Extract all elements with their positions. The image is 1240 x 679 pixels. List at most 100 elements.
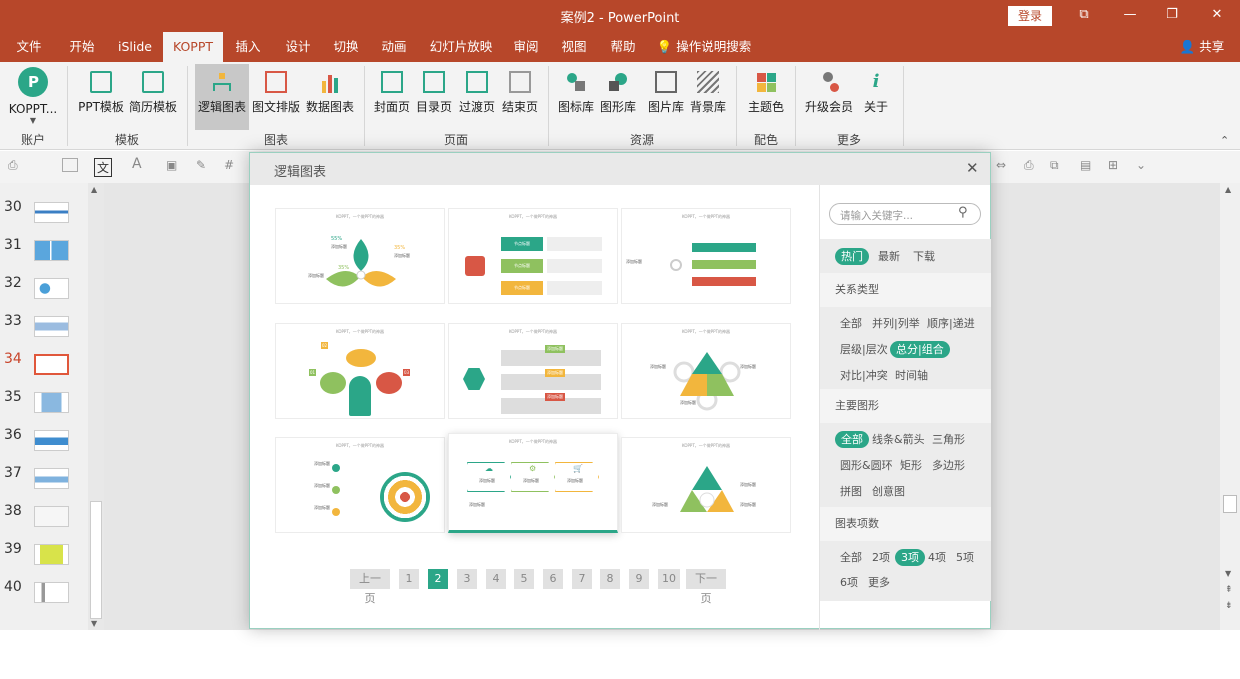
template-card[interactable]: KOPPT，一个做PPT的神器 添加标题 添加标题 添加标题 xyxy=(621,437,791,533)
picture-icon[interactable]: ▣ xyxy=(166,158,177,172)
shape-option[interactable]: 拼图 xyxy=(840,483,862,500)
slide-thumbnail[interactable] xyxy=(34,468,69,489)
page-button[interactable]: 3 xyxy=(457,569,477,589)
sort-tab-hot[interactable]: 热门 xyxy=(835,248,869,265)
template-card[interactable]: KOPPT，一个做PPT的神器 添加标题 xyxy=(621,208,791,304)
count-option[interactable]: 6项 xyxy=(840,574,858,591)
search-input[interactable]: 请输入关键字... ⚲ xyxy=(829,203,981,225)
resume-template-button[interactable]: 简历模板 xyxy=(128,67,178,125)
scroll-down-arrow-icon[interactable]: ▼ xyxy=(91,619,97,628)
slide-thumbnail[interactable] xyxy=(34,316,69,337)
slide-thumbnail-current[interactable] xyxy=(34,354,69,375)
shape-option[interactable]: 线条&箭头 xyxy=(872,431,925,448)
count-option[interactable]: 4项 xyxy=(928,549,946,566)
template-card-selected[interactable]: KOPPT，一个做PPT的神器 ☁ ⚙ 🛒 添加标题 添加标题 添加标题 添加标… xyxy=(448,433,618,533)
tab-view[interactable]: 视图 xyxy=(554,32,594,62)
cover-page-button[interactable]: 封面页 xyxy=(372,67,412,125)
slide-panel-scrollbar[interactable]: ▲ ▼ xyxy=(88,183,104,630)
image-text-layout-button[interactable]: 图文排版 xyxy=(251,67,301,125)
relation-option[interactable]: 并列|列举 xyxy=(872,315,920,332)
distribute-icon[interactable]: ⊞ xyxy=(1108,158,1118,172)
tab-file[interactable]: 文件 xyxy=(8,32,50,62)
sort-tab-download[interactable]: 下载 xyxy=(913,248,935,265)
scroll-up-arrow-icon[interactable]: ▲ xyxy=(1225,185,1231,194)
slide-thumbnail[interactable] xyxy=(34,202,69,223)
next-page-button[interactable]: 下一页 xyxy=(686,569,726,605)
relation-option[interactable]: 层级|层次 xyxy=(840,341,888,358)
shape-option[interactable]: 三角形 xyxy=(932,431,965,448)
slide-thumbnail[interactable] xyxy=(34,430,69,451)
upgrade-member-button[interactable]: 升级会员 xyxy=(803,67,855,125)
previous-slide-icon[interactable]: ⇞ xyxy=(1225,585,1233,595)
about-button[interactable]: i 关于 xyxy=(860,67,892,125)
tab-slideshow[interactable]: 幻灯片放映 xyxy=(426,32,496,62)
sort-tab-new[interactable]: 最新 xyxy=(878,248,900,265)
template-card[interactable]: KOPPT，一个做PPT的神器 添加标题 添加标题 添加标题 xyxy=(448,323,618,419)
scrollbar-thumb[interactable] xyxy=(1223,495,1237,513)
font-color-icon[interactable]: A xyxy=(132,156,142,172)
tab-animations[interactable]: 动画 xyxy=(374,32,414,62)
ppt-template-button[interactable]: PPT模板 xyxy=(76,67,126,125)
shape-option[interactable]: 矩形 xyxy=(900,457,922,474)
tab-insert[interactable]: 插入 xyxy=(228,32,268,62)
text-style-icon[interactable]: 文 xyxy=(94,158,113,177)
toc-page-button[interactable]: 目录页 xyxy=(414,67,454,125)
relation-option[interactable]: 对比|冲突 xyxy=(840,367,888,384)
count-option[interactable]: 全部 xyxy=(840,549,862,566)
relation-option-selected[interactable]: 总分|组合 xyxy=(890,341,950,358)
slide-thumbnail[interactable] xyxy=(34,582,69,603)
template-card[interactable]: KOPPT，一个做PPT的神器 55% 35% 35% 添加标题 添加标题 添加… xyxy=(275,208,445,304)
relation-option[interactable]: 时间轴 xyxy=(895,367,928,384)
page-button-current[interactable]: 2 xyxy=(428,569,448,589)
relation-option[interactable]: 全部 xyxy=(840,315,862,332)
scrollbar-thumb[interactable] xyxy=(90,501,102,619)
search-icon[interactable]: ⚲ xyxy=(958,205,968,220)
count-option[interactable]: 更多 xyxy=(868,574,890,591)
format-painter-icon[interactable]: ⎙ xyxy=(8,158,18,173)
restore-icon[interactable]: ❐ xyxy=(1160,4,1184,26)
background-library-button[interactable]: 背景库 xyxy=(688,67,728,125)
slide-thumbnail[interactable] xyxy=(34,506,69,527)
koppt-account-button[interactable]: P KOPPT... ▼ xyxy=(6,67,60,125)
template-card[interactable]: KOPPT，一个做PPT的神器 02 01 03 xyxy=(275,323,445,419)
page-button[interactable]: 8 xyxy=(600,569,620,589)
relation-option[interactable]: 顺序|递进 xyxy=(927,315,975,332)
arrange-icon[interactable]: ▤ xyxy=(1080,158,1091,172)
login-button[interactable]: 登录 xyxy=(1008,6,1052,26)
tab-help[interactable]: 帮助 xyxy=(603,32,643,62)
slide-thumbnail[interactable] xyxy=(34,240,69,261)
next-slide-icon[interactable]: ⇟ xyxy=(1225,601,1233,611)
shape-option[interactable]: 圆形&圆环 xyxy=(840,457,893,474)
lock-icon[interactable]: ⎙ xyxy=(1024,158,1034,173)
slide-thumbnail[interactable] xyxy=(34,544,69,565)
grid-icon[interactable]: # xyxy=(224,158,234,172)
copy-icon[interactable]: ⧉ xyxy=(1050,158,1059,173)
icon-library-button[interactable]: 图标库 xyxy=(556,67,596,125)
template-card[interactable]: KOPPT，一个做PPT的神器 节点标题 节点标题 节点标题 xyxy=(448,208,618,304)
page-button[interactable]: 10 xyxy=(658,569,680,589)
prev-page-button[interactable]: 上一页 xyxy=(350,569,390,605)
count-option-selected[interactable]: 3项 xyxy=(895,549,925,566)
tab-koppt[interactable]: KOPPT xyxy=(163,32,223,62)
data-chart-button[interactable]: 数据图表 xyxy=(304,67,356,125)
image-library-button[interactable]: 图片库 xyxy=(646,67,686,125)
close-window-icon[interactable]: ✕ xyxy=(1205,4,1229,26)
ribbon-display-icon[interactable]: ⧉ xyxy=(1072,4,1096,26)
count-option[interactable]: 2项 xyxy=(872,549,890,566)
page-button[interactable]: 1 xyxy=(399,569,419,589)
template-card[interactable]: KOPPT，一个做PPT的神器 添加标题 添加标题 添加标题 xyxy=(275,437,445,533)
minimize-icon[interactable]: — xyxy=(1118,4,1142,26)
theme-color-button[interactable]: 主题色 xyxy=(744,67,788,125)
collapse-ribbon-icon[interactable]: ⌃ xyxy=(1220,134,1229,147)
logic-chart-button[interactable]: 逻辑图表 xyxy=(195,64,249,130)
scroll-down-arrow-icon[interactable]: ▼ xyxy=(1225,569,1231,578)
close-dialog-icon[interactable]: ✕ xyxy=(966,159,979,177)
eyedropper-icon[interactable]: ✎ xyxy=(196,158,206,172)
page-button[interactable]: 7 xyxy=(572,569,592,589)
slide-thumbnail[interactable] xyxy=(34,278,69,299)
end-page-button[interactable]: 结束页 xyxy=(500,67,540,125)
slide-thumbnail[interactable] xyxy=(34,392,69,413)
count-option[interactable]: 5项 xyxy=(956,549,974,566)
template-card[interactable]: KOPPT，一个做PPT的神器 添加标题 添加标题 添加标题 xyxy=(621,323,791,419)
tab-islide[interactable]: iSlide xyxy=(110,32,160,62)
